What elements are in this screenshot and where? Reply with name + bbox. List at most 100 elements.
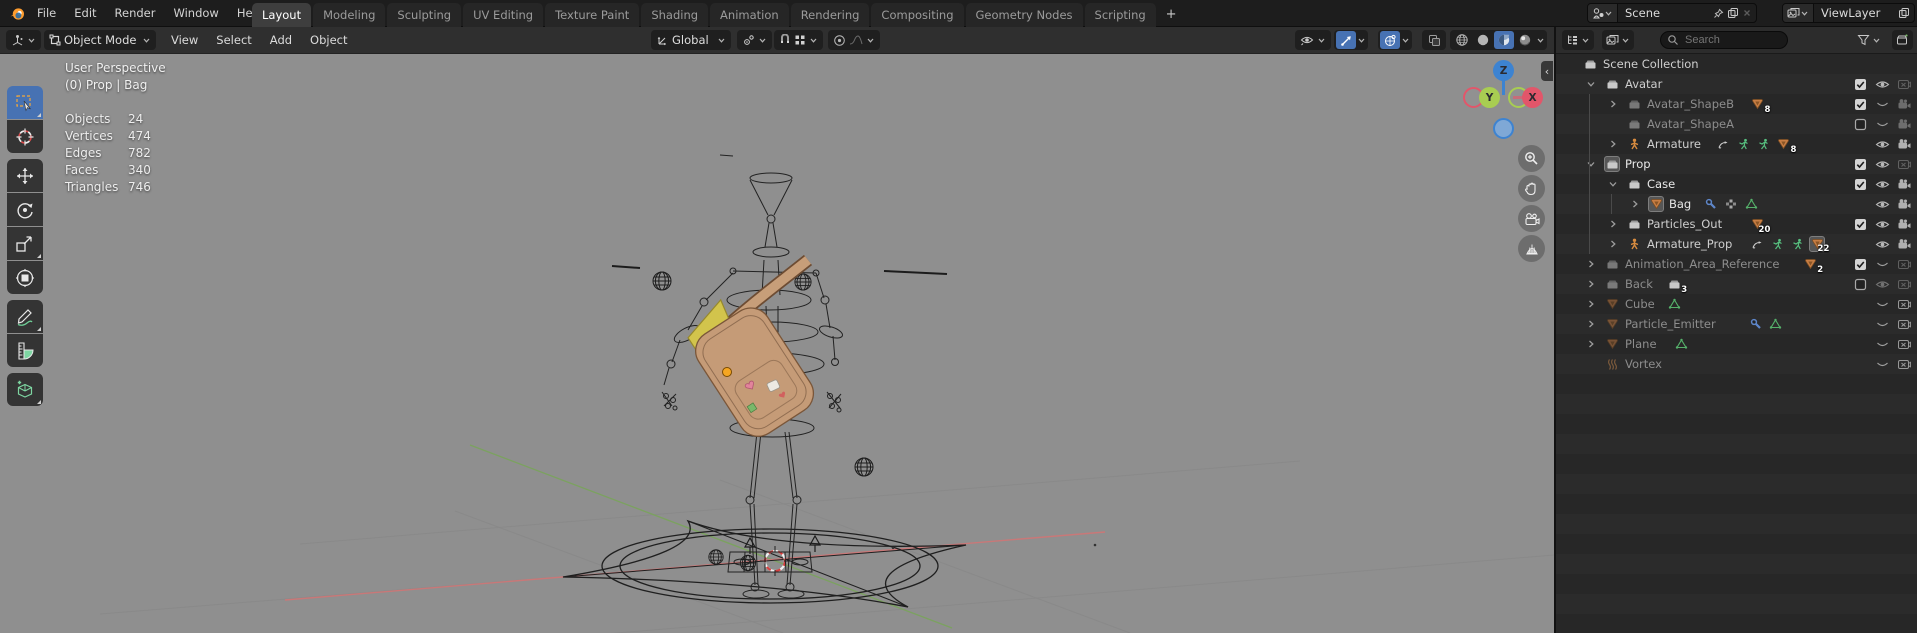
viewport-3d[interactable]: User Perspective (0) Prop | Bag Objects2… bbox=[0, 54, 1554, 633]
viewport-menu-view[interactable]: View bbox=[162, 33, 207, 47]
disable-render-toggle[interactable] bbox=[1896, 196, 1912, 212]
tab-scripting[interactable]: Scripting bbox=[1085, 3, 1156, 27]
collection-checkbox-unchecked[interactable] bbox=[1852, 276, 1868, 292]
expander-closed-icon[interactable] bbox=[1605, 96, 1621, 112]
collection-checkbox-checked[interactable] bbox=[1852, 256, 1868, 272]
hide-viewport-toggle[interactable] bbox=[1874, 236, 1890, 252]
tab-layout[interactable]: Layout bbox=[252, 3, 311, 27]
disable-render-toggle[interactable] bbox=[1896, 136, 1912, 152]
disable-render-toggle[interactable] bbox=[1896, 256, 1912, 272]
new-collection-button[interactable] bbox=[1892, 30, 1913, 50]
shading-rendered-button[interactable] bbox=[1515, 31, 1535, 49]
proportional-edit-group[interactable] bbox=[828, 30, 880, 50]
viewlayer-name[interactable]: ViewLayer bbox=[1814, 6, 1894, 20]
orientation-dropdown[interactable]: Global bbox=[651, 30, 731, 50]
menu-file[interactable]: File bbox=[28, 0, 65, 26]
gizmo-neg-z-axis[interactable] bbox=[1493, 118, 1514, 139]
disable-render-toggle[interactable] bbox=[1896, 316, 1912, 332]
menu-window[interactable]: Window bbox=[164, 0, 227, 26]
gizmo-x-axis[interactable]: X bbox=[1522, 87, 1543, 108]
tab-shading[interactable]: Shading bbox=[641, 3, 708, 27]
disable-render-toggle[interactable] bbox=[1896, 216, 1912, 232]
tab-animation[interactable]: Animation bbox=[710, 3, 789, 27]
visibility-dropdown[interactable] bbox=[1295, 30, 1331, 50]
viewport-menu-select[interactable]: Select bbox=[207, 33, 260, 47]
overlays-sphere-icon[interactable] bbox=[1384, 34, 1397, 47]
pan-button[interactable] bbox=[1518, 175, 1545, 202]
viewport-canvas[interactable] bbox=[0, 54, 1554, 633]
gizmo-y-axis[interactable]: Y bbox=[1479, 87, 1500, 108]
disable-render-toggle[interactable] bbox=[1896, 236, 1912, 252]
shading-solid-button[interactable] bbox=[1473, 31, 1493, 49]
disable-render-toggle[interactable] bbox=[1896, 276, 1912, 292]
tool-move[interactable] bbox=[7, 159, 43, 192]
expander-open-icon[interactable] bbox=[1605, 176, 1621, 192]
outliner-editor-type-button[interactable] bbox=[1562, 30, 1594, 50]
xray-toggle[interactable] bbox=[1422, 30, 1446, 50]
snap-target-dropdown[interactable] bbox=[737, 30, 772, 50]
projection-toggle-button[interactable] bbox=[1518, 235, 1545, 262]
overlays-toggle[interactable] bbox=[1378, 30, 1412, 50]
outliner-row-prop[interactable]: Prop bbox=[1556, 154, 1917, 174]
outliner-item-label[interactable]: Armature_Prop bbox=[1647, 237, 1732, 251]
tab-compositing[interactable]: Compositing bbox=[871, 3, 963, 27]
collection-checkbox-checked[interactable] bbox=[1852, 76, 1868, 92]
outliner-row-plane[interactable]: Plane bbox=[1556, 334, 1917, 354]
viewlayer-selector[interactable]: ViewLayer bbox=[1782, 3, 1915, 23]
expander-closed-icon[interactable] bbox=[1627, 196, 1643, 212]
tab-rendering[interactable]: Rendering bbox=[791, 3, 870, 27]
gizmos-toggle[interactable] bbox=[1334, 30, 1368, 50]
hide-viewport-toggle[interactable] bbox=[1874, 276, 1890, 292]
pin-icon[interactable] bbox=[1713, 8, 1724, 19]
outliner-row-cube[interactable]: Cube bbox=[1556, 294, 1917, 314]
hide-viewport-toggle[interactable] bbox=[1874, 316, 1890, 332]
outliner-row-armature-prop[interactable]: Armature_Prop22 bbox=[1556, 234, 1917, 254]
hide-viewport-toggle[interactable] bbox=[1874, 196, 1890, 212]
outliner-row-case[interactable]: Case bbox=[1556, 174, 1917, 194]
expander-closed-icon[interactable] bbox=[1583, 256, 1599, 272]
display-mode-button[interactable] bbox=[1602, 30, 1634, 50]
editor-type-button[interactable] bbox=[6, 30, 41, 50]
outliner-row-avatar-shapeb[interactable]: Avatar_ShapeB8 bbox=[1556, 94, 1917, 114]
tab-texture-paint[interactable]: Texture Paint bbox=[545, 3, 639, 27]
scene-name[interactable]: Scene bbox=[1618, 6, 1709, 20]
menu-render[interactable]: Render bbox=[106, 0, 165, 26]
outliner-item-label[interactable]: Animation_Area_Reference bbox=[1625, 257, 1780, 271]
expander-closed-icon[interactable] bbox=[1605, 216, 1621, 232]
hide-viewport-toggle[interactable] bbox=[1874, 356, 1890, 372]
disable-render-toggle[interactable] bbox=[1896, 116, 1912, 132]
snap-toggle-group[interactable] bbox=[774, 30, 823, 50]
hide-viewport-toggle[interactable] bbox=[1874, 216, 1890, 232]
viewport-menu-add[interactable]: Add bbox=[261, 33, 301, 47]
outliner-item-label[interactable]: Vortex bbox=[1625, 357, 1662, 371]
disable-render-toggle[interactable] bbox=[1896, 336, 1912, 352]
collection-checkbox-checked[interactable] bbox=[1852, 176, 1868, 192]
outliner-row-avatar-shapea[interactable]: Avatar_ShapeA bbox=[1556, 114, 1917, 134]
tab-geometry-nodes[interactable]: Geometry Nodes bbox=[966, 3, 1083, 27]
disable-render-toggle[interactable] bbox=[1896, 356, 1912, 372]
tab-uv-editing[interactable]: UV Editing bbox=[463, 3, 543, 27]
collection-checkbox-checked[interactable] bbox=[1852, 96, 1868, 112]
tool-annotate[interactable] bbox=[7, 300, 43, 333]
outliner-item-label[interactable]: Armature bbox=[1647, 137, 1701, 151]
collection-checkbox-unchecked[interactable] bbox=[1852, 116, 1868, 132]
nav-gizmo[interactable]: Z Y X bbox=[1461, 60, 1549, 146]
expander-open-icon[interactable] bbox=[1583, 156, 1599, 172]
expander-open-icon[interactable] bbox=[1583, 76, 1599, 92]
tab-sculpting[interactable]: Sculpting bbox=[387, 3, 461, 27]
outliner-item-label[interactable]: Back bbox=[1625, 277, 1653, 291]
tab-modeling[interactable]: Modeling bbox=[313, 3, 385, 27]
hide-viewport-toggle[interactable] bbox=[1874, 176, 1890, 192]
hide-viewport-toggle[interactable] bbox=[1874, 156, 1890, 172]
outliner-item-label[interactable]: Bag bbox=[1669, 197, 1691, 211]
snap-grid-icon[interactable] bbox=[794, 34, 806, 46]
expander-closed-icon[interactable] bbox=[1583, 276, 1599, 292]
outliner-row-particles-out[interactable]: Particles_Out20 bbox=[1556, 214, 1917, 234]
collection-checkbox-checked[interactable] bbox=[1852, 216, 1868, 232]
disable-render-toggle[interactable] bbox=[1896, 176, 1912, 192]
expander-closed-icon[interactable] bbox=[1583, 316, 1599, 332]
disable-render-toggle[interactable] bbox=[1896, 96, 1912, 112]
hide-viewport-toggle[interactable] bbox=[1874, 256, 1890, 272]
filter-button[interactable] bbox=[1853, 30, 1885, 50]
outliner-row-armature[interactable]: Armature8 bbox=[1556, 134, 1917, 154]
